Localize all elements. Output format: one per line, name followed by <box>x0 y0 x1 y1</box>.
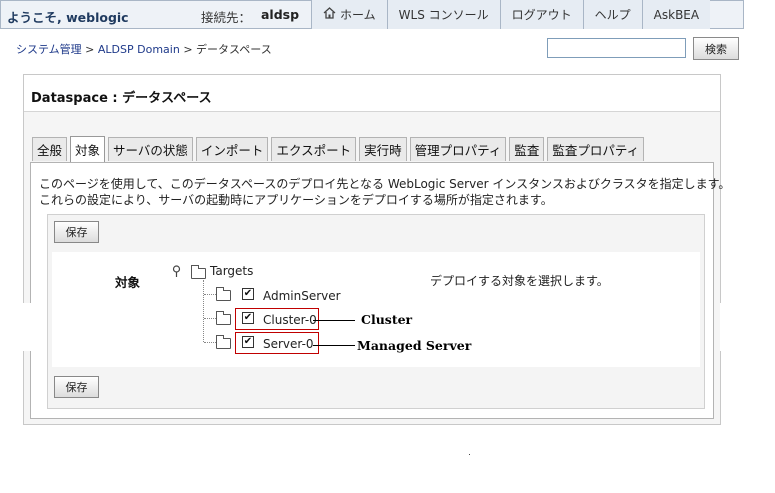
tab-bar: 全般 対象 サーバの状態 インポート エクスポート 実行時 管理プロパティ 監査… <box>32 136 647 162</box>
folder-icon <box>216 335 231 349</box>
target-label-adminserver: AdminServer <box>263 289 341 303</box>
folder-icon <box>216 287 231 301</box>
cluster-callout-label: Cluster <box>361 312 413 327</box>
breadcrumb-separator: > <box>183 43 193 56</box>
connection-label: 接続先： <box>201 10 252 25</box>
nav-wls-console-button[interactable]: WLS コンソール <box>386 0 500 29</box>
checkbox-server-0[interactable]: ✔ <box>242 336 254 348</box>
nav-home-label: ホーム <box>340 8 376 22</box>
page-title: Dataspace : データスペース <box>31 91 212 106</box>
edge-mask <box>720 303 775 351</box>
breadcrumb-current: データスペース <box>196 43 272 56</box>
save-button-top[interactable]: 保存 <box>54 221 99 243</box>
targets-label: 対象 <box>115 275 141 290</box>
edge-mask <box>0 303 44 351</box>
top-nav: ホーム WLS コンソール ログアウト ヘルプ AskBEA <box>311 0 711 29</box>
connection-value: aldsp <box>261 7 300 22</box>
target-label-cluster-0: Cluster-0 <box>263 313 317 327</box>
managed-server-callout-label: Managed Server <box>357 338 472 353</box>
breadcrumb-root-link[interactable]: システム管理 <box>16 43 82 56</box>
tree-connector <box>204 294 216 295</box>
tree-root-folder-icon <box>191 265 206 279</box>
tree-root-pin-icon[interactable] <box>172 265 181 281</box>
breadcrumb: システム管理 > ALDSP Domain > データスペース <box>16 41 272 57</box>
tab-admin-properties[interactable]: 管理プロパティ <box>409 137 507 161</box>
targets-instruction: デプロイする対象を選択します。 <box>430 274 609 288</box>
tree-connector <box>204 342 216 343</box>
tab-general[interactable]: 全般 <box>32 137 68 161</box>
nav-askbea-button[interactable]: AskBEA <box>641 0 711 29</box>
tab-targets[interactable]: 対象 <box>70 136 106 162</box>
cluster-callout-line <box>313 320 355 321</box>
main-panel: Dataspace : データスペース 全般 対象 サーバの状態 インポート エ… <box>23 74 730 425</box>
description-line: このページを使用して、このデータスペースのデプロイ先となる WebLogic S… <box>39 177 731 191</box>
stray-dot <box>469 454 470 455</box>
tab-audit[interactable]: 監査 <box>509 137 545 161</box>
welcome-text: ようこそ, weblogic <box>7 10 129 25</box>
tab-export[interactable]: エクスポート <box>271 137 357 161</box>
checkbox-adminserver[interactable]: ✔ <box>242 288 254 300</box>
tab-server-status[interactable]: サーバの状態 <box>108 137 193 161</box>
tree-connector <box>203 280 204 342</box>
description-line: これらの設定により、サーバの起動時にアプリケーションをデプロイする場所が指定され… <box>39 193 553 207</box>
tab-content: このページを使用して、このデータスペースのデプロイ先となる WebLogic S… <box>30 162 730 419</box>
target-label-server-0: Server-0 <box>263 337 314 351</box>
tab-import[interactable]: インポート <box>195 137 269 161</box>
breadcrumb-domain-link[interactable]: ALDSP Domain <box>98 43 180 56</box>
managed-server-callout-line <box>313 345 355 346</box>
tree-root-label: Targets <box>210 264 254 278</box>
home-icon <box>323 6 336 23</box>
page-description: このページを使用して、このデータスペースのデプロイ先となる WebLogic S… <box>39 176 730 208</box>
breadcrumb-separator: > <box>85 43 95 56</box>
search-input[interactable] <box>547 38 686 58</box>
nav-home-button[interactable]: ホーム <box>311 0 387 29</box>
tree-connector <box>204 318 216 319</box>
tab-audit-properties[interactable]: 監査プロパティ <box>547 137 645 161</box>
nav-help-button[interactable]: ヘルプ <box>582 0 642 29</box>
top-bar: ようこそ, weblogic 接続先： aldsp ホーム WLS コンソール … <box>0 0 744 29</box>
folder-icon <box>216 311 231 325</box>
search-button[interactable]: 検索 <box>693 37 739 60</box>
save-button-bottom[interactable]: 保存 <box>54 376 99 398</box>
tab-runtime[interactable]: 実行時 <box>359 137 407 161</box>
nav-logout-button[interactable]: ログアウト <box>499 0 583 29</box>
title-box: Dataspace : データスペース <box>24 75 720 112</box>
checkbox-cluster-0[interactable]: ✔ <box>242 312 254 324</box>
